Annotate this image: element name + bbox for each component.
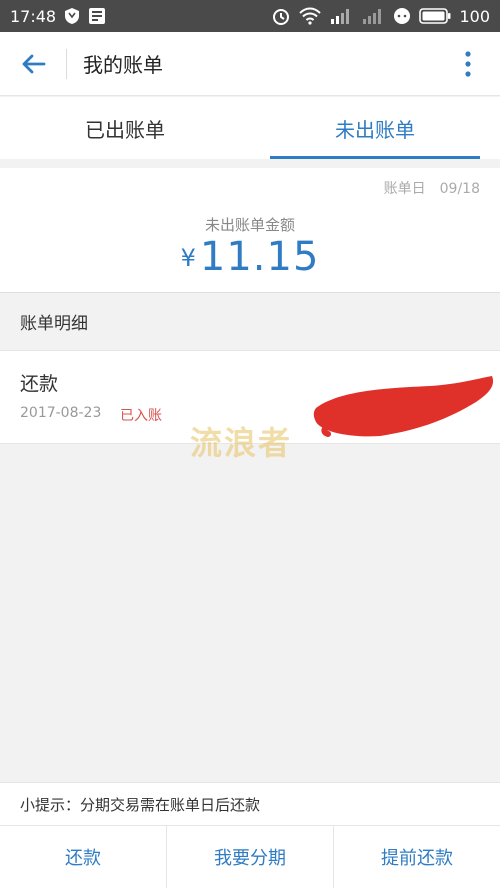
signal-4g-icon — [329, 7, 353, 25]
watermark-text: 流浪者 — [190, 424, 293, 462]
details-section-header: 账单明细 — [0, 293, 500, 349]
installment-button[interactable]: 我要分期 — [167, 826, 334, 888]
shield-icon — [64, 7, 80, 25]
status-bar: 17:48 100 — [0, 0, 500, 32]
transaction-status: 已入账 — [120, 408, 162, 424]
redaction-mark — [313, 376, 494, 437]
battery-icon — [419, 8, 451, 24]
battery-level: 100 — [459, 6, 490, 26]
signal-icon — [361, 7, 385, 25]
repay-button[interactable]: 还款 — [0, 826, 167, 888]
alarm-icon — [271, 6, 291, 26]
chat-icon — [393, 7, 411, 25]
status-bar-left: 17:48 — [10, 7, 106, 26]
tab-unbilled[interactable]: 未出账单 — [250, 97, 500, 159]
bottom-action-bar: 还款 我要分期 提前还款 — [0, 826, 500, 888]
amount-value: 11.15 — [199, 234, 320, 280]
more-vertical-icon — [465, 50, 471, 77]
wifi-icon — [299, 7, 322, 25]
bill-day-label: 账单日 — [383, 181, 426, 197]
page-title: 我的账单 — [83, 53, 163, 77]
bill-tabs: 已出账单 未出账单 — [0, 97, 500, 159]
app-bar: 我的账单 — [0, 32, 500, 96]
more-options-button[interactable] — [436, 32, 500, 96]
appbar-divider — [66, 48, 67, 79]
transaction-date: 2017-08-23 — [20, 405, 102, 421]
tab-billed[interactable]: 已出账单 — [0, 97, 250, 159]
bill-day-value: 09/18 — [439, 181, 480, 197]
bill-day: 账单日 09/18 — [384, 178, 480, 198]
unbilled-amount: ¥11.15 — [0, 234, 500, 280]
transaction-title: 还款 — [20, 373, 59, 395]
status-time: 17:48 — [10, 6, 57, 26]
arrow-left-icon — [22, 54, 46, 73]
status-bar-right: 100 — [271, 6, 490, 26]
unbilled-summary: 账单日 09/18 未出账单金额 ¥11.15 — [0, 168, 500, 293]
amount-label: 未出账单金额 — [204, 216, 295, 234]
early-repay-button[interactable]: 提前还款 — [334, 826, 500, 888]
installment-tip: 小提示：分期交易需在账单日后还款 — [0, 782, 500, 826]
back-button[interactable] — [0, 32, 66, 96]
currency-symbol: ¥ — [180, 244, 196, 272]
notification-icon — [88, 7, 106, 25]
